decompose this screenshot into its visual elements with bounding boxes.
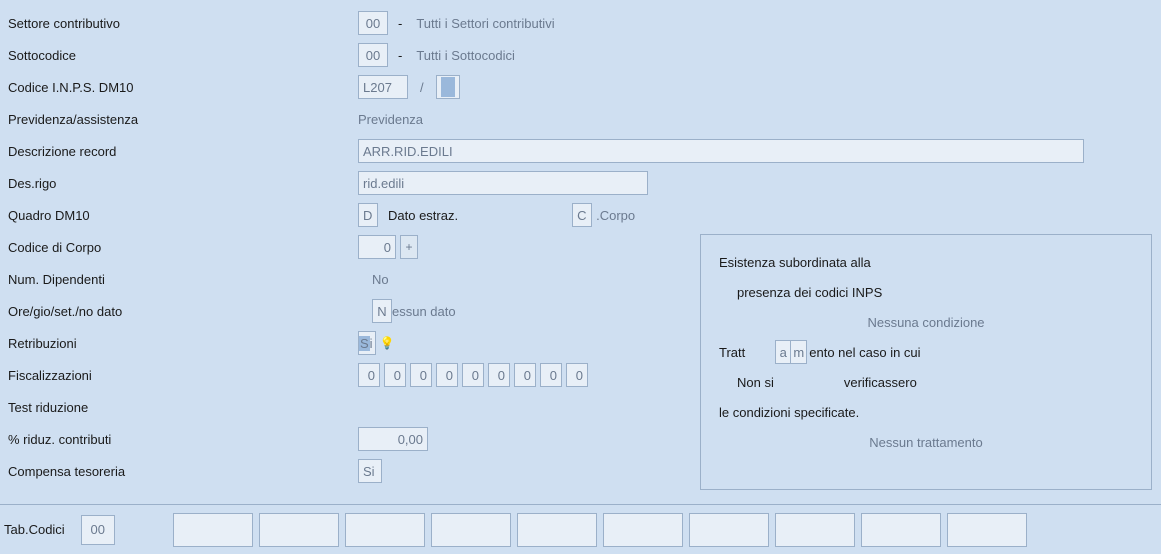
row-settore: Settore contributivo - Tutti i Settori c… — [8, 8, 1153, 38]
side-text-2: presenza dei codici INPS — [737, 285, 882, 300]
label-retribuzioni: Retribuzioni — [8, 336, 358, 351]
input-desrigo[interactable] — [358, 171, 648, 195]
bottom-cell-5[interactable] — [517, 513, 597, 547]
value-numdipendenti: No — [372, 272, 389, 287]
fiscalizzazioni-group — [358, 363, 588, 387]
input-fisc-2[interactable] — [410, 363, 432, 387]
input-quadro-1[interactable] — [358, 203, 378, 227]
label-settore: Settore contributivo — [8, 16, 358, 31]
side-text-4a: Non si — [737, 375, 774, 390]
bottom-cell-2[interactable] — [259, 513, 339, 547]
input-sottocodice[interactable] — [358, 43, 388, 67]
button-plus[interactable]: + — [400, 235, 418, 259]
input-settore[interactable] — [358, 11, 388, 35]
label-numdipendenti: Num. Dipendenti — [8, 272, 358, 287]
input-fisc-7[interactable] — [540, 363, 562, 387]
text-dato-estraz: Dato estraz. — [388, 208, 458, 223]
bottom-cell-1[interactable] — [173, 513, 253, 547]
label-testriduzione: Test riduzione — [8, 400, 358, 415]
bottom-bar: Tab.Codici — [0, 504, 1161, 554]
row-codiceinps: Codice I.N.P.S. DM10 / — [8, 72, 1153, 102]
label-pctriduz: % riduz. contributi — [8, 432, 358, 447]
side-text-5: le condizioni specificate. — [719, 405, 859, 420]
input-fisc-5[interactable] — [488, 363, 510, 387]
input-quadro-2[interactable] — [572, 203, 592, 227]
bottom-label: Tab.Codici — [4, 522, 65, 537]
label-codicecorpo: Codice di Corpo — [8, 240, 358, 255]
side-condizione: Nessuna condizione — [719, 315, 1133, 330]
bottom-cell-10[interactable] — [947, 513, 1027, 547]
bottom-cell-9[interactable] — [861, 513, 941, 547]
row-sottocodice: Sottocodice - Tutti i Sottocodici — [8, 40, 1153, 70]
row-desrigo: Des.rigo — [8, 168, 1153, 198]
bottom-cell-4[interactable] — [431, 513, 511, 547]
side-cell-b[interactable]: m — [791, 340, 807, 364]
desc-sottocodice: Tutti i Sottocodici — [416, 48, 515, 63]
text-ore-rest: essun dato — [392, 304, 456, 319]
row-descrizione: Descrizione record — [8, 136, 1153, 166]
side-text-3a: Tratt — [719, 345, 745, 360]
bottom-cell-8[interactable] — [775, 513, 855, 547]
side-cell-a[interactable]: a — [775, 340, 791, 364]
input-retribuzioni[interactable]: S i — [358, 331, 376, 355]
input-fisc-0[interactable] — [358, 363, 380, 387]
separator: - — [398, 48, 402, 63]
bottom-cell-7[interactable] — [689, 513, 769, 547]
side-trattamento: Nessun trattamento — [719, 435, 1133, 450]
input-codicecorpo[interactable] — [358, 235, 396, 259]
cursor-selection — [441, 77, 455, 97]
input-codiceinps-suffix[interactable] — [436, 75, 460, 99]
desc-settore: Tutti i Settori contributivi — [416, 16, 554, 31]
side-text-1: Esistenza subordinata alla — [719, 255, 871, 270]
value-previdenza: Previdenza — [358, 112, 423, 127]
input-compensa[interactable] — [358, 459, 382, 483]
input-descrizione[interactable] — [358, 139, 1084, 163]
side-panel: Esistenza subordinata alla presenza dei … — [700, 234, 1152, 490]
label-compensa: Compensa tesoreria — [8, 464, 358, 479]
side-text-3b: ento nel caso in cui — [809, 345, 920, 360]
label-codiceinps: Codice I.N.P.S. DM10 — [8, 80, 358, 95]
input-fisc-3[interactable] — [436, 363, 458, 387]
text-corpo: .Corpo — [596, 208, 635, 223]
label-ore: Ore/gio/set./no dato — [8, 304, 358, 319]
slash: / — [420, 80, 424, 95]
side-text-4b: verificassero — [844, 375, 917, 390]
separator: - — [398, 16, 402, 31]
lightbulb-icon[interactable]: 💡 — [380, 336, 395, 350]
bottom-first[interactable] — [81, 515, 115, 545]
row-previdenza: Previdenza/assistenza Previdenza — [8, 104, 1153, 134]
label-fiscalizzazioni: Fiscalizzazioni — [8, 368, 358, 383]
label-sottocodice: Sottocodice — [8, 48, 358, 63]
input-ore[interactable]: N — [372, 299, 392, 323]
input-fisc-4[interactable] — [462, 363, 484, 387]
label-quadro: Quadro DM10 — [8, 208, 358, 223]
label-descrizione: Descrizione record — [8, 144, 358, 159]
bottom-cell-6[interactable] — [603, 513, 683, 547]
input-fisc-6[interactable] — [514, 363, 536, 387]
input-fisc-1[interactable] — [384, 363, 406, 387]
bottom-cell-3[interactable] — [345, 513, 425, 547]
label-previdenza: Previdenza/assistenza — [8, 112, 358, 127]
input-pctriduz[interactable] — [358, 427, 428, 451]
input-fisc-8[interactable] — [566, 363, 588, 387]
label-desrigo: Des.rigo — [8, 176, 358, 191]
input-codiceinps[interactable] — [358, 75, 408, 99]
row-quadro: Quadro DM10 Dato estraz. .Corpo — [8, 200, 1153, 230]
